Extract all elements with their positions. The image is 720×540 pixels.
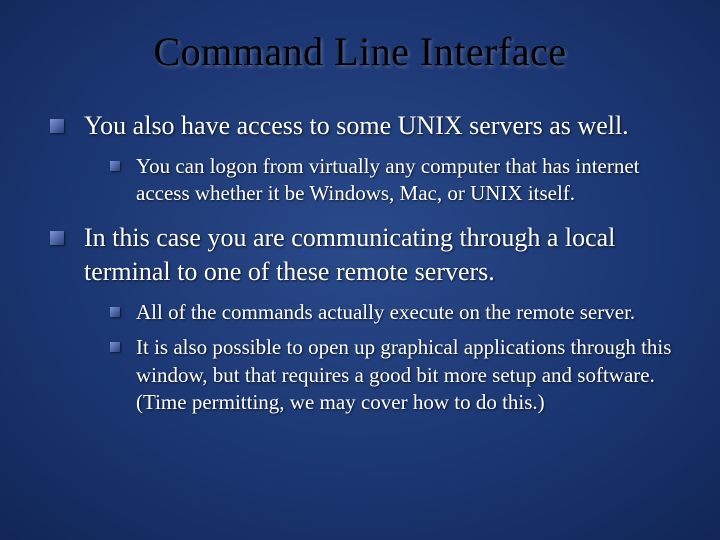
bullet-text: You can logon from virtually any compute… <box>136 154 640 205</box>
slide: Command Line Interface You also have acc… <box>0 0 720 540</box>
sub-bullet-list: All of the commands actually execute on … <box>84 299 680 416</box>
bullet-text: It is also possible to open up graphical… <box>136 335 671 414</box>
bullet-text: You also have access to some UNIX server… <box>84 111 629 140</box>
square-bullet-icon <box>110 307 120 317</box>
list-item: You can logon from virtually any compute… <box>110 153 680 208</box>
list-item: You also have access to some UNIX server… <box>50 109 680 207</box>
square-bullet-icon <box>50 119 64 133</box>
sub-bullet-list: You can logon from virtually any compute… <box>84 153 680 208</box>
bullet-list: You also have access to some UNIX server… <box>40 109 680 416</box>
bullet-text: In this case you are communicating throu… <box>84 223 615 286</box>
square-bullet-icon <box>110 342 120 352</box>
list-item: It is also possible to open up graphical… <box>110 334 680 416</box>
bullet-text: All of the commands actually execute on … <box>136 300 635 324</box>
square-bullet-icon <box>50 231 64 245</box>
list-item: In this case you are communicating throu… <box>50 221 680 416</box>
list-item: All of the commands actually execute on … <box>110 299 680 326</box>
square-bullet-icon <box>110 161 120 171</box>
slide-title: Command Line Interface <box>40 28 680 75</box>
